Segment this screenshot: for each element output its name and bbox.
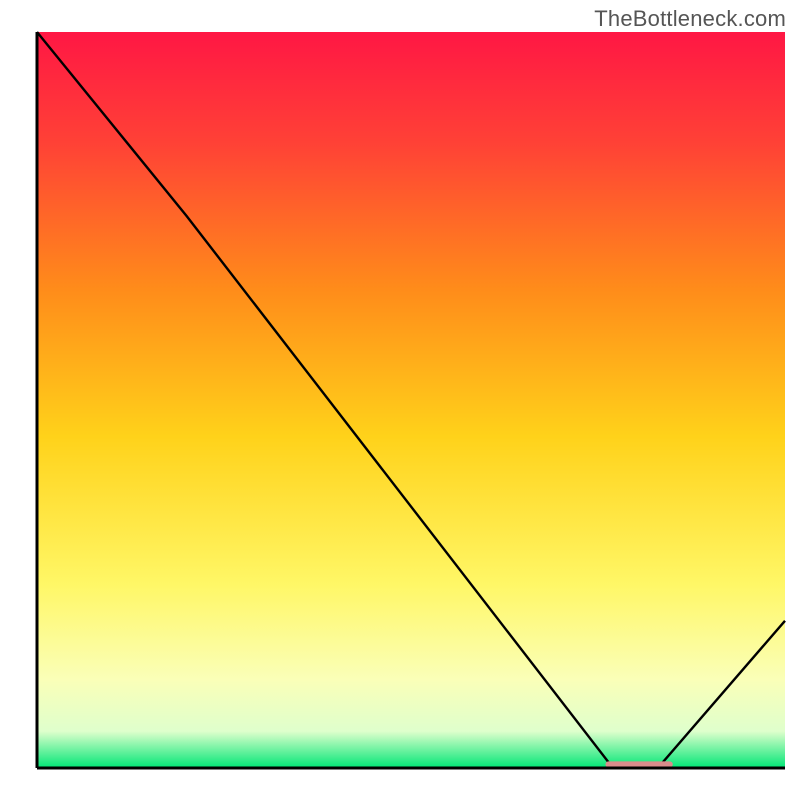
chart-frame: TheBottleneck.com xyxy=(0,0,800,800)
watermark-text: TheBottleneck.com xyxy=(594,6,786,32)
highlight-marker xyxy=(605,761,672,767)
plot-background xyxy=(37,32,785,768)
bottleneck-chart xyxy=(0,0,800,800)
